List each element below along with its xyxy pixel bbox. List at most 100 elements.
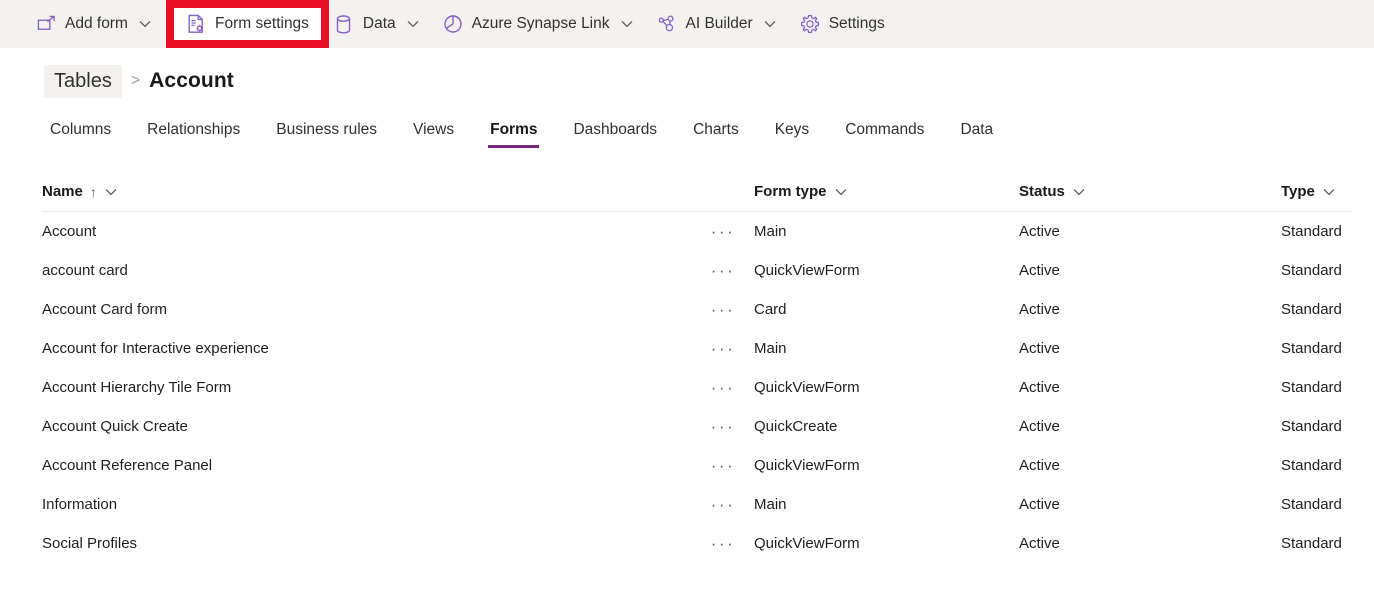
cell-form-type: QuickCreate xyxy=(754,418,1019,435)
column-header-form-type[interactable]: Form type xyxy=(754,183,1019,200)
breadcrumb-separator-icon: > xyxy=(131,72,140,90)
tab-label: Dashboards xyxy=(573,121,657,138)
command-data[interactable]: Data xyxy=(326,4,431,44)
cell-status: Active xyxy=(1019,262,1281,279)
command-form-settings[interactable]: Form settings xyxy=(182,4,313,44)
cell-type: Standard xyxy=(1281,301,1374,318)
row-more-actions-button[interactable]: ··· xyxy=(692,223,754,240)
table-row[interactable]: Social Profiles···QuickViewFormActiveSta… xyxy=(42,524,1352,563)
command-add-form[interactable]: Add form xyxy=(28,4,163,44)
cell-type: Standard xyxy=(1281,223,1374,240)
tab-dashboards[interactable]: Dashboards xyxy=(573,121,657,148)
tab-forms[interactable]: Forms xyxy=(490,121,537,148)
chevron-down-icon[interactable] xyxy=(135,14,155,34)
table-row[interactable]: account card···QuickViewFormActiveStanda… xyxy=(42,251,1352,290)
gear-icon xyxy=(800,14,820,34)
cell-type: Standard xyxy=(1281,418,1374,435)
cell-name[interactable]: Account Reference Panel xyxy=(42,457,692,474)
command-bar: Add form Data Azure Synapse Link xyxy=(0,0,1374,48)
cell-form-type: Main xyxy=(754,223,1019,240)
cell-type: Standard xyxy=(1281,457,1374,474)
cell-name[interactable]: Account Hierarchy Tile Form xyxy=(42,379,692,396)
cell-form-type: QuickViewForm xyxy=(754,535,1019,552)
command-label: Add form xyxy=(65,14,128,34)
grid-body: Account···MainActiveStandardaccount card… xyxy=(42,212,1352,563)
tab-views[interactable]: Views xyxy=(413,121,454,148)
cell-name[interactable]: Account xyxy=(42,223,692,240)
cell-name[interactable]: Account for Interactive experience xyxy=(42,340,692,357)
cell-name[interactable]: account card xyxy=(42,262,692,279)
form-settings-icon xyxy=(186,14,206,34)
column-header-type[interactable]: Type xyxy=(1281,183,1374,200)
chevron-down-icon[interactable] xyxy=(1073,188,1085,196)
cell-type: Standard xyxy=(1281,340,1374,357)
row-more-actions-button[interactable]: ··· xyxy=(692,340,754,357)
cell-name[interactable]: Account Card form xyxy=(42,301,692,318)
page-title: Account xyxy=(149,69,234,93)
table-row[interactable]: Account for Interactive experience···Mai… xyxy=(42,329,1352,368)
tab-label: Data xyxy=(960,121,993,138)
ellipsis-icon: ··· xyxy=(711,301,735,318)
command-settings[interactable]: Settings xyxy=(792,4,893,44)
command-azure-synapse-link[interactable]: Azure Synapse Link xyxy=(435,4,645,44)
chevron-down-icon[interactable] xyxy=(617,14,637,34)
form-settings-highlight-box: Form settings xyxy=(166,0,329,48)
row-more-actions-button[interactable]: ··· xyxy=(692,262,754,279)
cell-status: Active xyxy=(1019,223,1281,240)
table-row[interactable]: Account Quick Create···QuickCreateActive… xyxy=(42,407,1352,446)
cell-type: Standard xyxy=(1281,379,1374,396)
chevron-down-icon[interactable] xyxy=(105,188,117,196)
ellipsis-icon: ··· xyxy=(711,496,735,513)
table-row[interactable]: Account Card form···CardActiveStandard xyxy=(42,290,1352,329)
tab-label: Business rules xyxy=(276,121,377,138)
column-header-name[interactable]: Name ↑ xyxy=(42,183,692,200)
tab-label: Charts xyxy=(693,121,739,138)
row-more-actions-button[interactable]: ··· xyxy=(692,418,754,435)
ellipsis-icon: ··· xyxy=(711,340,735,357)
forms-grid: Name ↑ Form type Status Type Account·· xyxy=(0,172,1374,563)
cell-status: Active xyxy=(1019,301,1281,318)
column-header-label: Name xyxy=(42,183,83,200)
cell-form-type: QuickViewForm xyxy=(754,379,1019,396)
tab-charts[interactable]: Charts xyxy=(693,121,739,148)
command-ai-builder[interactable]: AI Builder xyxy=(649,4,788,44)
row-more-actions-button[interactable]: ··· xyxy=(692,535,754,552)
tab-label: Views xyxy=(413,121,454,138)
cell-form-type: Main xyxy=(754,496,1019,513)
cell-status: Active xyxy=(1019,457,1281,474)
ai-builder-icon xyxy=(657,14,677,34)
tab-columns[interactable]: Columns xyxy=(50,121,111,148)
row-more-actions-button[interactable]: ··· xyxy=(692,379,754,396)
cell-type: Standard xyxy=(1281,496,1374,513)
cell-name[interactable]: Social Profiles xyxy=(42,535,692,552)
database-icon xyxy=(334,14,354,34)
cell-status: Active xyxy=(1019,418,1281,435)
column-header-status[interactable]: Status xyxy=(1019,183,1281,200)
tab-business-rules[interactable]: Business rules xyxy=(276,121,377,148)
cell-form-type: Card xyxy=(754,301,1019,318)
cell-status: Active xyxy=(1019,340,1281,357)
row-more-actions-button[interactable]: ··· xyxy=(692,496,754,513)
cell-type: Standard xyxy=(1281,262,1374,279)
cell-status: Active xyxy=(1019,379,1281,396)
chevron-down-icon[interactable] xyxy=(760,14,780,34)
chevron-down-icon[interactable] xyxy=(835,188,847,196)
cell-name[interactable]: Information xyxy=(42,496,692,513)
tab-data[interactable]: Data xyxy=(960,121,993,148)
chevron-down-icon[interactable] xyxy=(403,14,423,34)
tab-commands[interactable]: Commands xyxy=(845,121,924,148)
tab-relationships[interactable]: Relationships xyxy=(147,121,240,148)
row-more-actions-button[interactable]: ··· xyxy=(692,457,754,474)
row-more-actions-button[interactable]: ··· xyxy=(692,301,754,318)
table-row[interactable]: Account Reference Panel···QuickViewFormA… xyxy=(42,446,1352,485)
table-row[interactable]: Account···MainActiveStandard xyxy=(42,212,1352,251)
tab-keys[interactable]: Keys xyxy=(775,121,809,148)
table-row[interactable]: Account Hierarchy Tile Form···QuickViewF… xyxy=(42,368,1352,407)
breadcrumb-link-tables[interactable]: Tables xyxy=(44,65,122,98)
ellipsis-icon: ··· xyxy=(711,223,735,240)
cell-status: Active xyxy=(1019,535,1281,552)
tab-label: Keys xyxy=(775,121,809,138)
chevron-down-icon[interactable] xyxy=(1323,188,1335,196)
table-row[interactable]: Information···MainActiveStandard xyxy=(42,485,1352,524)
cell-name[interactable]: Account Quick Create xyxy=(42,418,692,435)
